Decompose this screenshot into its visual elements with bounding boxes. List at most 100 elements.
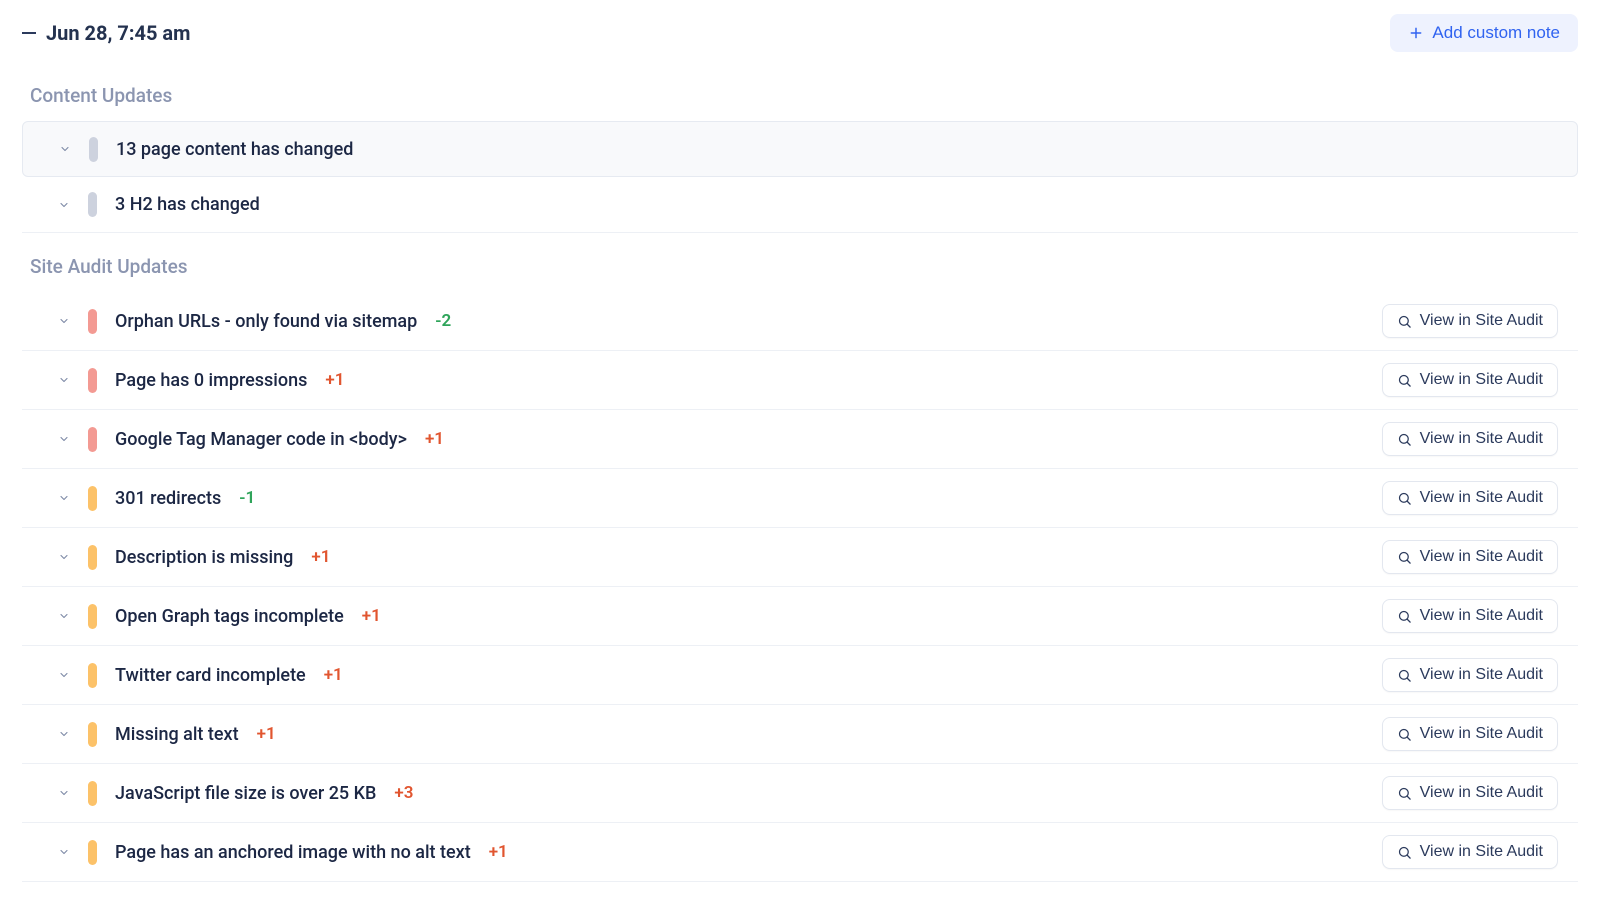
chevron-down-icon[interactable]: [58, 492, 70, 504]
search-icon: [1397, 314, 1412, 329]
update-row[interactable]: Page has an anchored image with no alt t…: [22, 823, 1578, 882]
view-in-site-audit-button[interactable]: View in Site Audit: [1382, 422, 1558, 456]
delta-badge: +1: [489, 842, 508, 862]
severity-pill-icon: [88, 663, 97, 688]
severity-pill-icon: [88, 427, 97, 452]
update-row[interactable]: Page has 0 impressions +1 View in Site Aud…: [22, 351, 1578, 410]
update-row-text: Open Graph tags incomplete: [115, 606, 344, 627]
severity-pill-icon: [88, 368, 97, 393]
view-in-site-audit-button[interactable]: View in Site Audit: [1382, 363, 1558, 397]
update-row[interactable]: Missing alt text +1 View in Site Audit: [22, 705, 1578, 764]
update-row-text: Page has 0 impressions: [115, 370, 307, 391]
view-in-site-audit-label: View in Site Audit: [1420, 843, 1543, 861]
update-row-text: Missing alt text: [115, 724, 239, 745]
update-row[interactable]: 301 redirects -1 View in Site Audit: [22, 469, 1578, 528]
update-row[interactable]: Open Graph tags incomplete +1 View in Site…: [22, 587, 1578, 646]
delta-badge: +3: [394, 783, 413, 803]
chevron-down-icon[interactable]: [58, 669, 70, 681]
update-row-text: Orphan URLs - only found via sitemap: [115, 311, 417, 332]
date-block: Jun 28, 7:45 am: [22, 21, 190, 45]
view-in-site-audit-button[interactable]: View in Site Audit: [1382, 599, 1558, 633]
search-icon: [1397, 373, 1412, 388]
search-icon: [1397, 727, 1412, 742]
update-row-text: 13 page content has changed: [116, 139, 353, 160]
plus-icon: [1408, 25, 1424, 41]
update-row[interactable]: 13 page content has changed: [22, 121, 1578, 177]
update-row-text: Google Tag Manager code in <body>: [115, 429, 407, 450]
delta-badge: +1: [325, 370, 344, 390]
delta-badge: +1: [311, 547, 330, 567]
view-in-site-audit-button[interactable]: View in Site Audit: [1382, 835, 1558, 869]
delta-badge: +1: [324, 665, 343, 685]
section-title: Content Updates: [30, 84, 1578, 107]
severity-pill-icon: [88, 486, 97, 511]
view-in-site-audit-label: View in Site Audit: [1420, 548, 1543, 566]
chevron-down-icon[interactable]: [58, 374, 70, 386]
chevron-down-icon[interactable]: [59, 143, 71, 155]
update-row[interactable]: Google Tag Manager code in <body> +1 View …: [22, 410, 1578, 469]
delta-badge: +1: [362, 606, 381, 626]
chevron-down-icon[interactable]: [58, 610, 70, 622]
view-in-site-audit-button[interactable]: View in Site Audit: [1382, 304, 1558, 338]
update-row[interactable]: Description is missing +1 View in Site Aud…: [22, 528, 1578, 587]
severity-pill-icon: [88, 722, 97, 747]
update-row-text: 3 H2 has changed: [115, 194, 260, 215]
view-in-site-audit-button[interactable]: View in Site Audit: [1382, 658, 1558, 692]
delta-badge: +1: [425, 429, 444, 449]
update-row[interactable]: 3 H2 has changed: [22, 177, 1578, 233]
severity-pill-icon: [88, 604, 97, 629]
severity-pill-icon: [88, 840, 97, 865]
update-row-text: Page has an anchored image with no alt t…: [115, 842, 471, 863]
delta-badge: -2: [435, 311, 451, 331]
severity-pill-icon: [88, 192, 97, 217]
delta-badge: +1: [257, 724, 276, 744]
view-in-site-audit-label: View in Site Audit: [1420, 430, 1543, 448]
section-title: Site Audit Updates: [30, 255, 1578, 278]
severity-pill-icon: [89, 137, 98, 162]
search-icon: [1397, 845, 1412, 860]
section: Content Updates 13 page content has chang…: [22, 84, 1578, 233]
chevron-down-icon[interactable]: [58, 315, 70, 327]
search-icon: [1397, 786, 1412, 801]
update-row-text: 301 redirects: [115, 488, 221, 509]
sections-container: Content Updates 13 page content has chang…: [22, 84, 1578, 882]
view-in-site-audit-label: View in Site Audit: [1420, 312, 1543, 330]
view-in-site-audit-label: View in Site Audit: [1420, 371, 1543, 389]
add-custom-note-button[interactable]: Add custom note: [1390, 14, 1578, 52]
chevron-down-icon[interactable]: [58, 199, 70, 211]
search-icon: [1397, 668, 1412, 683]
view-in-site-audit-button[interactable]: View in Site Audit: [1382, 717, 1558, 751]
date-label: Jun 28, 7:45 am: [46, 21, 190, 45]
chevron-down-icon[interactable]: [58, 787, 70, 799]
update-row[interactable]: Twitter card incomplete +1 View in Site Au…: [22, 646, 1578, 705]
update-row[interactable]: Orphan URLs - only found via sitemap -2 Vi…: [22, 292, 1578, 351]
search-icon: [1397, 432, 1412, 447]
chevron-down-icon[interactable]: [58, 551, 70, 563]
search-icon: [1397, 609, 1412, 624]
chevron-down-icon[interactable]: [58, 433, 70, 445]
timeline-dash-icon: [22, 32, 36, 34]
update-row-text: Description is missing: [115, 547, 293, 568]
header-row: Jun 28, 7:45 am Add custom note: [22, 14, 1578, 76]
view-in-site-audit-button[interactable]: View in Site Audit: [1382, 776, 1558, 810]
view-in-site-audit-label: View in Site Audit: [1420, 784, 1543, 802]
section: Site Audit Updates Orphan URLs - only fou…: [22, 255, 1578, 882]
severity-pill-icon: [88, 781, 97, 806]
update-row-text: Twitter card incomplete: [115, 665, 306, 686]
update-row-text: JavaScript file size is over 25 KB: [115, 783, 376, 804]
add-note-label: Add custom note: [1432, 23, 1560, 43]
severity-pill-icon: [88, 309, 97, 334]
chevron-down-icon[interactable]: [58, 846, 70, 858]
search-icon: [1397, 491, 1412, 506]
view-in-site-audit-button[interactable]: View in Site Audit: [1382, 540, 1558, 574]
delta-badge: -1: [239, 488, 255, 508]
view-in-site-audit-button[interactable]: View in Site Audit: [1382, 481, 1558, 515]
search-icon: [1397, 550, 1412, 565]
view-in-site-audit-label: View in Site Audit: [1420, 607, 1543, 625]
chevron-down-icon[interactable]: [58, 728, 70, 740]
update-row[interactable]: JavaScript file size is over 25 KB +3 View…: [22, 764, 1578, 823]
severity-pill-icon: [88, 545, 97, 570]
view-in-site-audit-label: View in Site Audit: [1420, 725, 1543, 743]
view-in-site-audit-label: View in Site Audit: [1420, 489, 1543, 507]
view-in-site-audit-label: View in Site Audit: [1420, 666, 1543, 684]
